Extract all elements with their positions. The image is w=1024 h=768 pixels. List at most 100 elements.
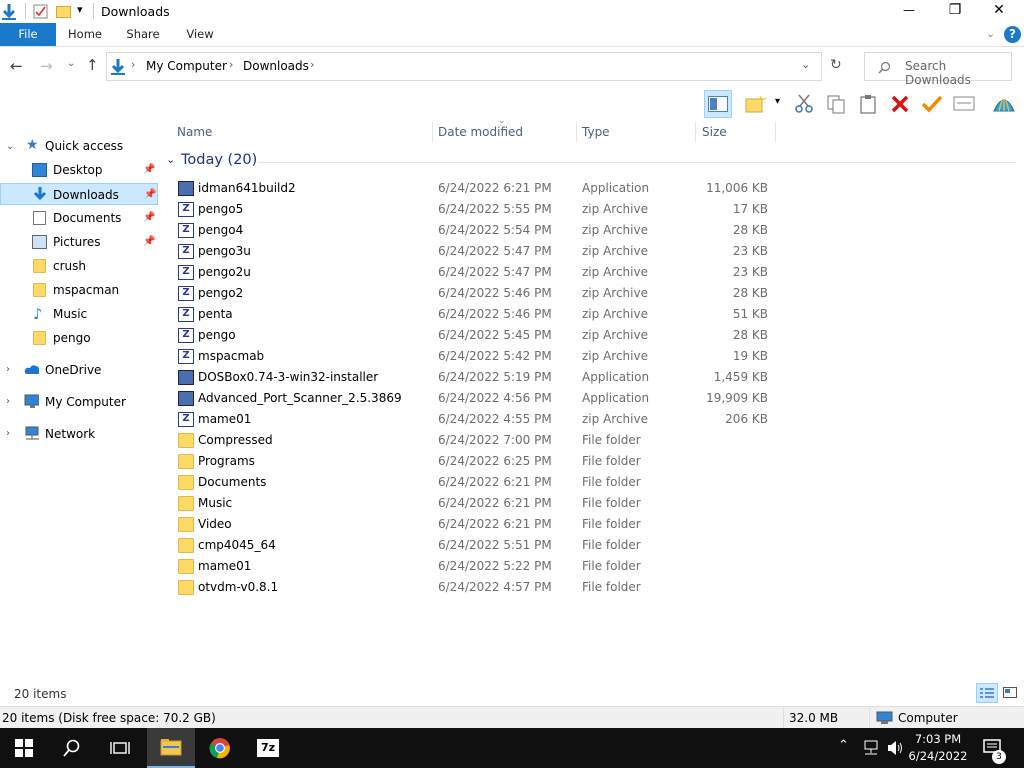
nav-item-music[interactable]: ♪ Music bbox=[0, 303, 158, 325]
minimize-button[interactable]: — bbox=[897, 3, 921, 17]
ribbon-expand-icon[interactable]: ⌄ bbox=[986, 27, 995, 40]
nav-item-my-computer[interactable]: › My Computer bbox=[0, 391, 158, 413]
search-button[interactable] bbox=[48, 728, 96, 768]
table-row[interactable]: Zpengo4 6/24/2022 5:54 PM zip Archive 28 KB bbox=[176, 220, 776, 241]
column-header-name[interactable]: Name bbox=[177, 120, 212, 144]
task-view-button[interactable] bbox=[96, 728, 144, 768]
nav-item-documents[interactable]: Documents 📌 bbox=[0, 207, 158, 229]
expand-chevron-icon[interactable]: › bbox=[6, 423, 10, 445]
search-input[interactable]: Search Downloads bbox=[864, 52, 1012, 87]
file-explorer-taskbar-button[interactable] bbox=[147, 728, 195, 768]
breadcrumb-my-computer[interactable]: My Computer bbox=[146, 59, 227, 73]
table-row[interactable]: mame01 6/24/2022 5:22 PM File folder bbox=[176, 556, 776, 577]
qat-dropdown-icon[interactable]: ▾ bbox=[77, 3, 83, 16]
large-icons-view-button[interactable] bbox=[1000, 683, 1020, 703]
breadcrumb-downloads[interactable]: Downloads bbox=[243, 59, 309, 73]
tab-view[interactable]: View bbox=[178, 23, 222, 46]
breadcrumb-separator-icon[interactable]: › bbox=[229, 58, 233, 71]
breadcrumb-separator-icon[interactable]: › bbox=[310, 58, 314, 71]
delete-button[interactable] bbox=[886, 90, 914, 118]
nav-item-mspacman[interactable]: mspacman bbox=[0, 279, 158, 301]
up-arrow-icon[interactable]: ↑ bbox=[86, 56, 99, 74]
nav-item-onedrive[interactable]: › OneDrive bbox=[0, 359, 158, 381]
address-bar[interactable]: › My Computer › Downloads › ⌄ bbox=[106, 52, 822, 81]
copy-button[interactable] bbox=[822, 90, 850, 118]
table-row[interactable]: Music 6/24/2022 6:21 PM File folder bbox=[176, 493, 776, 514]
network-tray-icon[interactable] bbox=[862, 740, 880, 756]
maximize-button[interactable]: ❐ bbox=[943, 2, 967, 18]
table-row[interactable]: Zpengo2 6/24/2022 5:46 PM zip Archive 28 KB bbox=[176, 283, 776, 304]
expand-chevron-icon[interactable]: › bbox=[6, 391, 10, 413]
new-item-dropdown-icon[interactable]: ▾ bbox=[775, 96, 780, 107]
properties-check-icon[interactable] bbox=[33, 4, 48, 19]
new-folder-icon[interactable] bbox=[56, 4, 71, 18]
show-hidden-icons-icon[interactable]: ⌃ bbox=[838, 738, 849, 753]
column-divider[interactable] bbox=[695, 122, 696, 142]
nav-item-crush[interactable]: crush bbox=[0, 255, 158, 277]
preview-pane-button[interactable] bbox=[704, 90, 732, 118]
table-row[interactable]: Zmame01 6/24/2022 4:55 PM zip Archive 206 K… bbox=[176, 409, 776, 430]
table-row[interactable]: DOSBox0.74-3-win32-installer 6/24/2022 5:… bbox=[176, 367, 776, 388]
table-row[interactable]: Advanced_Port_Scanner_2.5.3869 6/24/2022 … bbox=[176, 388, 776, 409]
nav-item-downloads[interactable]: Downloads 📌 bbox=[0, 183, 158, 205]
close-button[interactable]: ✕ bbox=[987, 2, 1011, 18]
nav-item-desktop[interactable]: Desktop 📌 bbox=[0, 159, 158, 181]
nav-item-pictures[interactable]: Pictures 📌 bbox=[0, 231, 158, 253]
column-header-type[interactable]: Type bbox=[582, 120, 610, 144]
pin-icon[interactable]: 📌 bbox=[144, 184, 156, 206]
tab-file[interactable]: File bbox=[0, 23, 56, 46]
column-divider[interactable] bbox=[432, 122, 433, 142]
download-arrow-icon[interactable] bbox=[1, 3, 17, 21]
cut-button[interactable] bbox=[790, 90, 818, 118]
column-divider[interactable] bbox=[576, 122, 577, 142]
refresh-icon[interactable]: ↻ bbox=[830, 57, 842, 73]
rename-button[interactable] bbox=[918, 90, 946, 118]
details-view-button[interactable] bbox=[976, 683, 998, 703]
help-icon[interactable]: ? bbox=[1004, 26, 1021, 43]
start-button[interactable] bbox=[0, 728, 48, 768]
clock-time[interactable]: 7:03 PM bbox=[906, 732, 970, 746]
7zip-taskbar-button[interactable]: 7z bbox=[244, 728, 292, 768]
table-row[interactable]: Zpenta 6/24/2022 5:46 PM zip Archive 51 KB bbox=[176, 304, 776, 325]
chrome-taskbar-button[interactable] bbox=[196, 728, 244, 768]
breadcrumb-separator-icon[interactable]: › bbox=[131, 58, 135, 71]
table-row[interactable]: Zpengo5 6/24/2022 5:55 PM zip Archive 17 KB bbox=[176, 199, 776, 220]
clock-date[interactable]: 6/24/2022 bbox=[906, 749, 970, 763]
nav-quick-access[interactable]: ⌄ ★ Quick access bbox=[0, 135, 158, 157]
tab-home[interactable]: Home bbox=[62, 23, 108, 46]
table-row[interactable]: Zpengo 6/24/2022 5:45 PM zip Archive 28 KB bbox=[176, 325, 776, 346]
table-row[interactable]: idman641build2 6/24/2022 6:21 PM Applicati… bbox=[176, 178, 776, 199]
column-header-date[interactable]: Date modified bbox=[438, 120, 523, 144]
pin-icon[interactable]: 📌 bbox=[143, 207, 155, 229]
table-row[interactable]: cmp4045_64 6/24/2022 5:51 PM File folder bbox=[176, 535, 776, 556]
table-row[interactable]: Zpengo2u 6/24/2022 5:47 PM zip Archive 23 K… bbox=[176, 262, 776, 283]
nav-item-pengo[interactable]: pengo bbox=[0, 327, 158, 349]
new-folder-button[interactable] bbox=[742, 90, 770, 118]
properties-button[interactable] bbox=[950, 90, 978, 118]
table-row[interactable]: Documents 6/24/2022 6:21 PM File folder bbox=[176, 472, 776, 493]
nav-item-network[interactable]: › Network bbox=[0, 423, 158, 445]
group-header[interactable]: Today (20) bbox=[181, 152, 257, 168]
column-divider[interactable] bbox=[775, 122, 776, 142]
table-row[interactable]: otvdm-v0.8.1 6/24/2022 4:57 PM File folder bbox=[176, 577, 776, 598]
shell-button[interactable] bbox=[990, 90, 1018, 118]
pin-icon[interactable]: 📌 bbox=[143, 231, 155, 253]
address-dropdown-icon[interactable]: ⌄ bbox=[801, 58, 810, 71]
nav-label: OneDrive bbox=[45, 363, 102, 377]
table-row[interactable]: Zmspacmab 6/24/2022 5:42 PM zip Archive 19 … bbox=[176, 346, 776, 367]
table-row[interactable]: Zpengo3u 6/24/2022 5:47 PM zip Archive 23 K… bbox=[176, 241, 776, 262]
pin-icon[interactable]: 📌 bbox=[143, 159, 155, 181]
recent-locations-icon[interactable]: ⌄ bbox=[67, 58, 75, 69]
back-arrow-icon[interactable]: ← bbox=[10, 57, 23, 75]
column-header-size[interactable]: Size bbox=[702, 120, 727, 144]
tab-share[interactable]: Share bbox=[120, 23, 166, 46]
table-row[interactable]: Compressed 6/24/2022 7:00 PM File folder bbox=[176, 430, 776, 451]
paste-button[interactable] bbox=[854, 90, 882, 118]
table-row[interactable]: Video 6/24/2022 6:21 PM File folder bbox=[176, 514, 776, 535]
collapse-chevron-icon[interactable]: ⌄ bbox=[6, 136, 14, 158]
expand-chevron-icon[interactable]: › bbox=[6, 359, 10, 381]
forward-arrow-icon[interactable]: → bbox=[40, 57, 53, 75]
table-row[interactable]: Programs 6/24/2022 6:25 PM File folder bbox=[176, 451, 776, 472]
volume-icon[interactable] bbox=[886, 740, 904, 756]
group-collapse-icon[interactable]: ⌄ bbox=[166, 153, 175, 166]
